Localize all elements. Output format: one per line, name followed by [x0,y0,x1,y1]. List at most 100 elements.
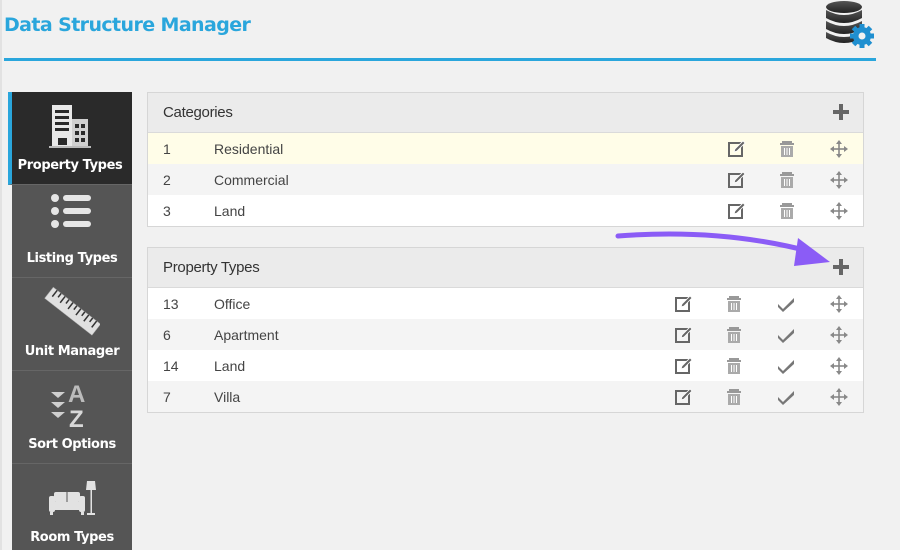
delete-button[interactable] [724,325,744,345]
row-name: Office [214,296,251,312]
drag-handle[interactable] [829,201,849,221]
drag-handle[interactable] [829,294,849,314]
row-id: 3 [163,203,171,219]
drag-handle[interactable] [829,170,849,190]
delete-button[interactable] [777,139,797,159]
row-name: Villa [214,389,241,405]
categories-title: Categories [163,104,233,121]
sidebar-item-room-types[interactable]: Room Types [12,464,132,550]
trash-icon [727,389,741,405]
row-name: Land [214,203,246,219]
trash-icon [780,141,794,157]
list-icon [12,183,132,239]
categories-header: Categories [148,93,863,133]
drag-handle[interactable] [829,139,849,159]
table-row[interactable]: 3 Land [148,195,863,226]
row-name: Apartment [214,327,279,343]
table-row[interactable]: 7 Villa [148,381,863,412]
drag-handle[interactable] [829,356,849,376]
row-id: 2 [163,172,171,188]
row-id: 7 [163,389,171,405]
property-types-header: Property Types [148,248,863,288]
edit-icon [675,388,693,405]
check-icon [778,329,794,343]
table-row[interactable]: 1 Residential [148,133,863,164]
row-name: Land [214,358,246,374]
sidebar-item-label: Unit Manager [24,344,120,359]
page-title: Data Structure Manager [4,14,251,36]
sidebar-item-listing-types[interactable]: Listing Types [12,185,132,278]
trash-icon [727,327,741,343]
table-row[interactable]: 2 Commercial [148,164,863,195]
table-row[interactable]: 13 Office [148,288,863,319]
row-id: 14 [163,358,179,374]
row-name: Residential [214,141,284,157]
header-divider [4,58,876,61]
approve-button[interactable] [776,294,796,314]
trash-icon [780,203,794,219]
sidebar: Property Types Listing Types Unit Manage… [8,92,132,550]
edit-button[interactable] [674,387,694,407]
categories-add-button[interactable] [833,104,849,120]
move-icon [830,388,848,406]
categories-panel: Categories 1 Residential 2 Commercial 3 Land [147,92,864,227]
delete-button[interactable] [724,356,744,376]
building-icon [12,98,128,154]
edit-icon [728,140,746,157]
svg-text:Z: Z [69,406,84,430]
edit-button[interactable] [727,139,747,159]
move-icon [830,140,848,158]
move-icon [830,326,848,344]
delete-button[interactable] [777,170,797,190]
property-types-title: Property Types [163,259,260,276]
trash-icon [780,172,794,188]
sidebar-item-sort-options[interactable]: A Z Sort Options [12,371,132,464]
edit-button[interactable] [674,356,694,376]
move-icon [830,357,848,375]
row-id: 1 [163,141,171,157]
delete-button[interactable] [724,387,744,407]
move-icon [830,171,848,189]
drag-handle[interactable] [829,387,849,407]
row-id: 13 [163,296,179,312]
edit-button[interactable] [674,294,694,314]
table-row[interactable]: 14 Land [148,350,863,381]
left-edge [0,0,2,550]
check-icon [778,391,794,405]
header: Data Structure Manager [2,0,876,62]
row-name: Commercial [214,172,289,188]
row-id: 6 [163,327,171,343]
approve-button[interactable] [776,325,796,345]
sofa-lamp-icon [12,470,132,526]
move-icon [830,295,848,313]
edit-icon [675,326,693,343]
drag-handle[interactable] [829,325,849,345]
delete-button[interactable] [724,294,744,314]
sort-az-icon: A Z [12,377,132,433]
property-types-panel: Property Types 13 Office 6 Apartment 14 Land 7… [147,247,864,413]
approve-button[interactable] [776,356,796,376]
edit-button[interactable] [674,325,694,345]
sidebar-item-unit-manager[interactable]: Unit Manager [12,278,132,371]
edit-icon [728,202,746,219]
move-icon [830,202,848,220]
sidebar-item-property-types[interactable]: Property Types [8,92,132,185]
delete-button[interactable] [777,201,797,221]
check-icon [778,360,794,374]
edit-button[interactable] [727,201,747,221]
edit-button[interactable] [727,170,747,190]
sidebar-item-label: Room Types [30,530,114,545]
edit-icon [675,295,693,312]
property-types-add-button[interactable] [833,259,849,275]
edit-icon [675,357,693,374]
table-row[interactable]: 6 Apartment [148,319,863,350]
ruler-icon [12,284,132,340]
svg-text:A: A [68,381,85,408]
edit-icon [728,171,746,188]
sidebar-item-label: Listing Types [26,251,118,266]
sidebar-item-label: Property Types [17,158,123,173]
check-icon [778,298,794,312]
sidebar-item-label: Sort Options [28,437,116,452]
trash-icon [727,358,741,374]
approve-button[interactable] [776,387,796,407]
